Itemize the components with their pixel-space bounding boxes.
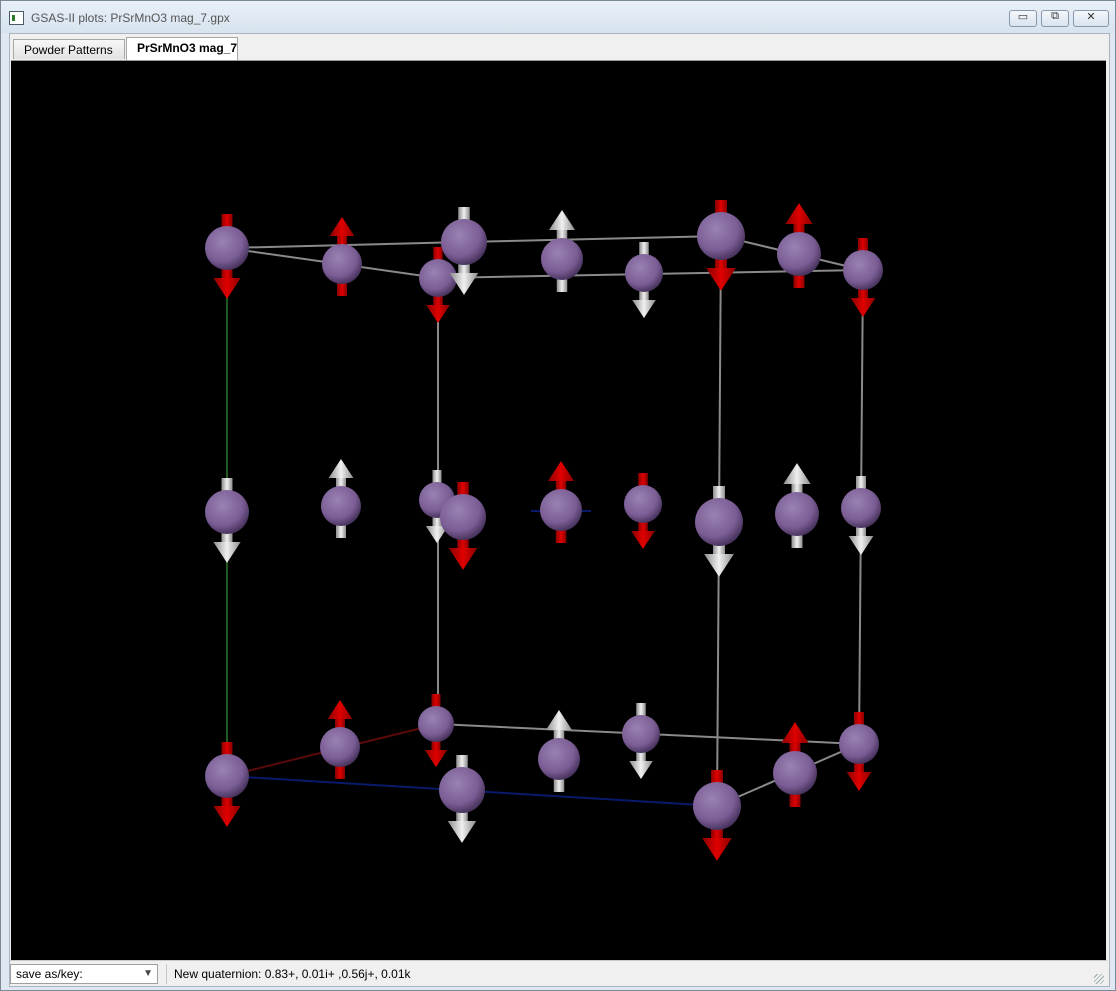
atom-sphere	[320, 727, 360, 767]
atom-sphere	[321, 486, 361, 526]
mn-atom	[775, 463, 819, 548]
window-title: GSAS-II plots: PrSrMnO3 mag_7.gpx	[31, 11, 230, 25]
restore-icon: ⧉	[1051, 10, 1059, 22]
close-button[interactable]: ✕	[1073, 10, 1109, 27]
app-icon	[9, 11, 24, 25]
mn-atom	[625, 242, 663, 319]
atom-sphere	[441, 219, 487, 265]
mn-atom	[841, 476, 881, 555]
minimize-icon: ▭	[1017, 11, 1029, 23]
spin-arrow-up-icon	[329, 217, 355, 236]
mn-atom	[624, 473, 662, 550]
atom-sphere	[777, 232, 821, 276]
mn-atom	[839, 712, 879, 791]
mn-atom	[538, 710, 580, 792]
spin-arrow-down-icon	[706, 268, 736, 291]
spin-arrow-down-icon	[846, 772, 872, 791]
mn-atom	[777, 203, 821, 288]
spin-arrow-down-icon	[850, 298, 876, 317]
cell-edge	[463, 235, 722, 243]
spin-arrow-up-icon	[328, 459, 354, 478]
spin-arrow-up-icon	[327, 700, 353, 719]
mn-atom	[205, 478, 249, 563]
atom-sphere	[624, 485, 662, 523]
title-bar[interactable]: GSAS-II plots: PrSrMnO3 mag_7.gpx ▭ ⧉ ✕	[1, 1, 1115, 33]
tab-bar: Powder Patterns PrSrMnO3 mag_7	[13, 37, 1103, 60]
close-icon: ✕	[1086, 11, 1096, 23]
save-as-key-value: save as/key:	[16, 967, 83, 981]
plot-window: GSAS-II plots: PrSrMnO3 mag_7.gpx ▭ ⧉ ✕ …	[0, 0, 1116, 991]
mn-atom	[320, 700, 360, 779]
atom-sphere	[439, 767, 485, 813]
save-as-key-select[interactable]: save as/key: ▼	[10, 964, 158, 984]
atom-sphere	[695, 498, 743, 546]
mn-atom	[540, 461, 582, 543]
mn-atom	[697, 200, 745, 291]
atom-sphere	[541, 238, 583, 280]
spin-arrow-down-icon	[631, 531, 655, 550]
status-bar: save as/key: ▼ New quaternion: 0.83+, 0.…	[10, 960, 1107, 986]
spin-arrow-down-icon	[629, 761, 653, 780]
structure-3d-canvas[interactable]	[11, 60, 1106, 961]
atom-sphere	[841, 488, 881, 528]
spin-arrow-down-icon	[848, 536, 874, 555]
mn-atom	[541, 210, 583, 292]
atom-sphere	[540, 489, 582, 531]
spin-arrow-down-icon	[447, 821, 477, 843]
mn-atom	[205, 214, 249, 299]
notebook: Powder Patterns PrSrMnO3 mag_7 save as/k…	[9, 33, 1110, 987]
spin-arrow-down-icon	[213, 806, 241, 827]
atom-sphere	[775, 492, 819, 536]
status-divider	[166, 964, 167, 984]
structure-drawing	[205, 200, 883, 861]
atom-sphere	[625, 254, 663, 292]
spin-arrow-down-icon	[426, 305, 450, 324]
atom-sphere	[773, 751, 817, 795]
atom-sphere	[843, 250, 883, 290]
spin-arrow-up-icon	[781, 722, 809, 743]
mn-atom	[321, 459, 361, 538]
status-message: New quaternion: 0.83+, 0.01i+ ,0.56j+, 0…	[174, 967, 411, 981]
maximize-button[interactable]: ⧉	[1041, 10, 1069, 27]
atom-sphere	[205, 226, 249, 270]
atom-sphere	[205, 490, 249, 534]
spin-arrow-down-icon	[424, 750, 448, 768]
spin-arrow-down-icon	[702, 838, 732, 861]
atom-sphere	[693, 782, 741, 830]
spin-arrow-up-icon	[783, 463, 811, 484]
mn-atom	[693, 770, 741, 861]
spin-arrow-up-icon	[545, 710, 573, 730]
resize-grip-icon[interactable]	[1094, 974, 1104, 984]
mn-atom	[439, 755, 485, 843]
mn-atom	[695, 486, 743, 577]
atom-sphere	[419, 259, 457, 297]
atom-sphere	[538, 738, 580, 780]
spin-arrow-down-icon	[213, 542, 241, 563]
chevron-down-icon: ▼	[143, 968, 153, 979]
atom-sphere	[418, 706, 454, 742]
atom-sphere	[322, 244, 362, 284]
mn-atom	[322, 217, 362, 296]
spin-arrow-up-icon	[548, 210, 576, 230]
tab-prsrmno3-mag-7[interactable]: PrSrMnO3 mag_7	[126, 37, 238, 60]
mn-atom	[418, 694, 454, 768]
atom-sphere	[622, 715, 660, 753]
mn-atom	[843, 238, 883, 317]
spin-arrow-down-icon	[632, 300, 656, 319]
spin-arrow-up-icon	[785, 203, 813, 224]
atom-sphere	[205, 754, 249, 798]
atom-sphere	[440, 494, 486, 540]
spin-arrow-down-icon	[704, 554, 734, 577]
mn-atom	[205, 742, 249, 827]
spin-arrow-up-icon	[547, 461, 575, 481]
spin-arrow-down-icon	[213, 278, 241, 299]
minimize-button[interactable]: ▭	[1009, 10, 1037, 27]
atom-sphere	[839, 724, 879, 764]
mn-atom	[622, 703, 660, 780]
tab-powder-patterns[interactable]: Powder Patterns	[13, 39, 125, 59]
mn-atom	[773, 722, 817, 807]
spin-arrow-down-icon	[448, 548, 478, 570]
atom-sphere	[697, 212, 745, 260]
